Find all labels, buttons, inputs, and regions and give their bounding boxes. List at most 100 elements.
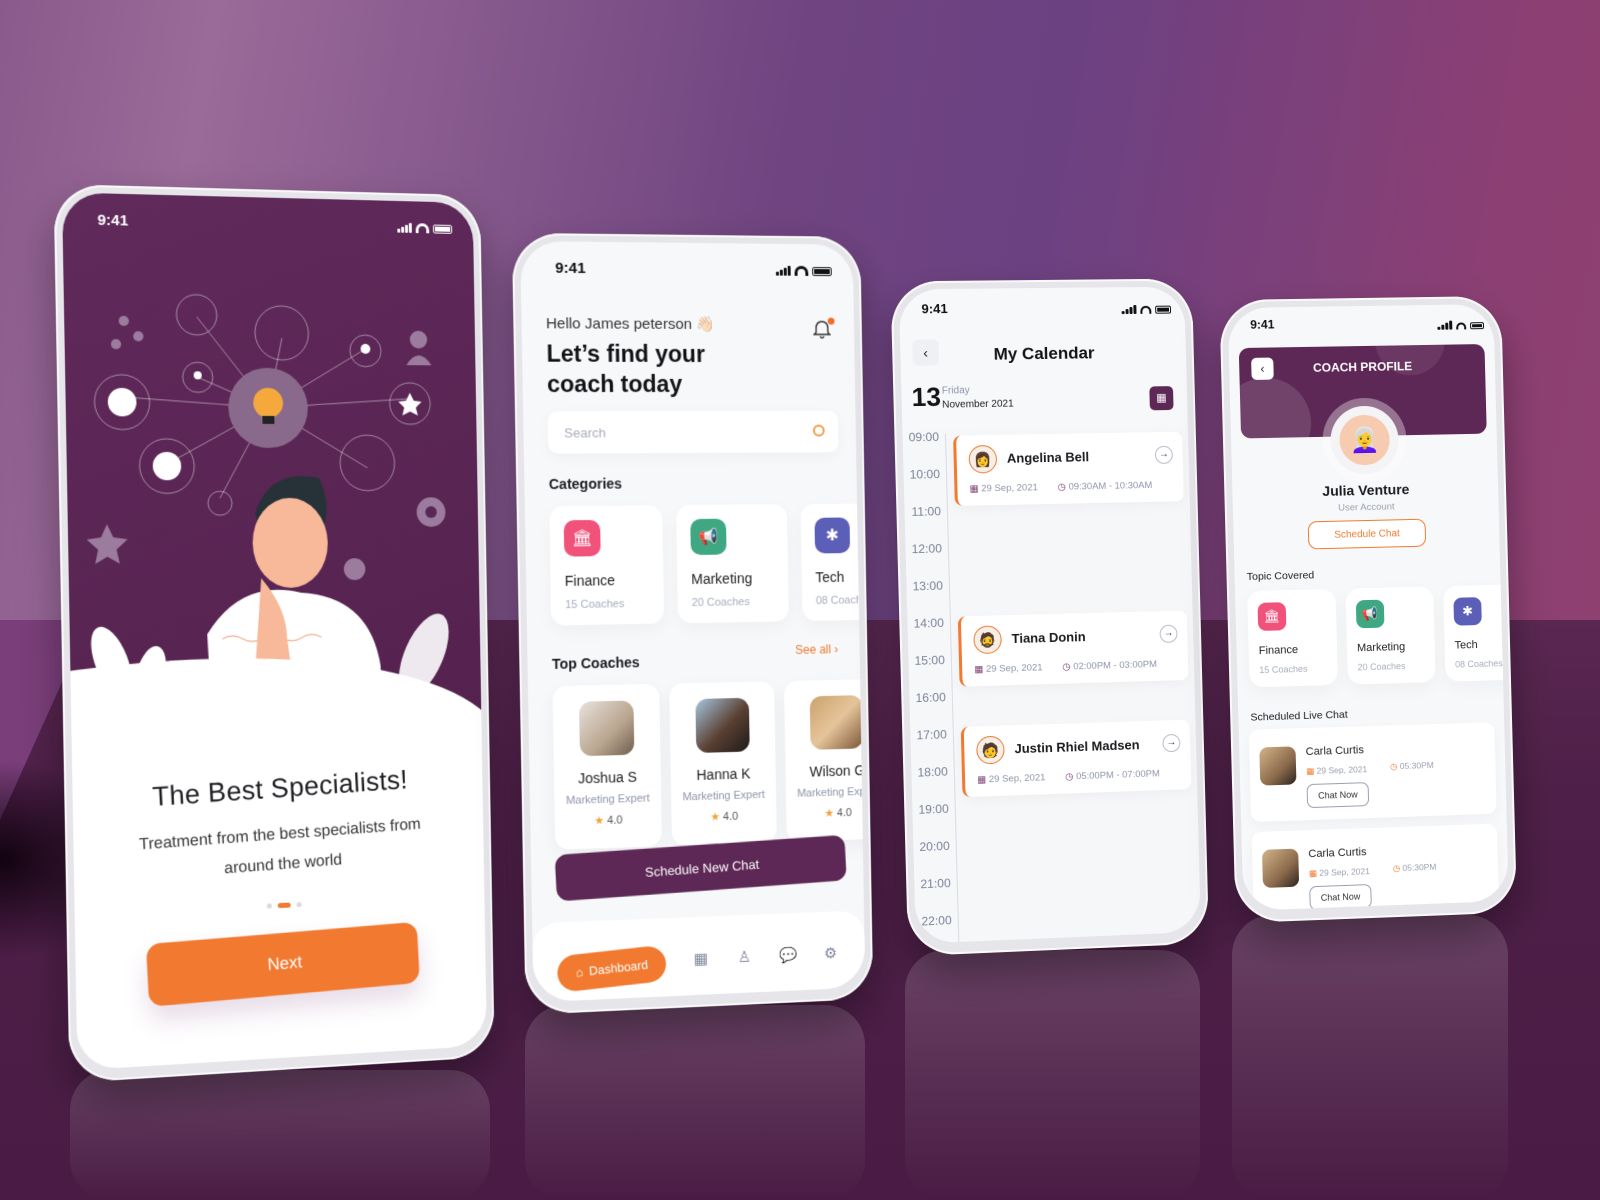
schedule-chat-button[interactable]: Schedule Chat [1307, 518, 1427, 550]
category-name: Tech [815, 568, 845, 586]
category-card-tech[interactable]: ✱ Tech 08 Coaches [800, 503, 866, 622]
live-chat-name: Carla Curtis [1305, 744, 1364, 759]
calendar-screen: 9:41 ‹ My Calendar 13 Friday November 20… [898, 286, 1201, 944]
event-card[interactable]: 👩 Angelina Bell → ▦ 29 Sep, 2021 ◷ 09:30… [953, 431, 1184, 506]
hour-label: 19:00 [918, 801, 949, 817]
coach-rating: ★ 4.0 [555, 812, 662, 829]
greeting-text: Hello James peterson 👋🏻 [545, 315, 715, 334]
live-chat-avatar [1259, 746, 1297, 786]
live-chat-card: Carla Curtis ▦ 29 Sep, 2021 ◷ 05:30PM Ch… [1248, 722, 1497, 823]
category-card-finance[interactable]: 🏛 Finance 15 Coaches [549, 505, 665, 626]
battery-icon [1155, 305, 1172, 314]
user-icon[interactable]: ♙ [735, 949, 753, 968]
tab-dashboard[interactable]: ⌂ Dashboard [555, 944, 668, 993]
hour-labels: 09:00 10:00 11:00 12:00 13:00 14:00 15:00 16:00… [902, 430, 956, 944]
topic-card-marketing[interactable]: 📢 Marketing 20 Coaches [1345, 586, 1436, 685]
megaphone-icon: 📢 [690, 518, 727, 556]
category-name: Marketing [691, 570, 753, 588]
coach-role: Marketing Expert [682, 788, 765, 804]
search-input[interactable] [547, 410, 782, 454]
event-card[interactable]: 🧑 Justin Rhiel Madsen → ▦ 29 Sep, 2021 ◷… [960, 719, 1192, 798]
coach-rating: ★ 4.0 [786, 805, 865, 821]
topic-card-tech[interactable]: ✱ Tech 08 Coaches [1443, 583, 1509, 682]
megaphone-icon: 📢 [1355, 599, 1385, 629]
status-bar: 9:41 [520, 241, 853, 288]
star-icon: ★ [824, 807, 835, 820]
topic-card-finance[interactable]: 🏛 Finance 15 Coaches [1247, 588, 1339, 688]
clock-icon [152, 451, 182, 481]
network-icon: ✱ [814, 517, 851, 554]
event-time-text: 05:00PM - 07:00PM [1075, 768, 1160, 783]
hour-label: 12:00 [911, 541, 943, 557]
calendar-phone: 9:41 ‹ My Calendar 13 Friday November 20… [890, 278, 1210, 957]
hour-label: 11:00 [911, 504, 942, 519]
chat-now-button[interactable]: Chat Now [1306, 782, 1370, 809]
coach-name: Wilson G [809, 762, 866, 780]
topic-name: Marketing [1356, 641, 1406, 655]
coach-name: Hanna K [696, 765, 751, 783]
notification-badge [827, 317, 835, 325]
page-dot[interactable] [296, 902, 302, 908]
arrow-right-icon[interactable]: → [1159, 624, 1178, 643]
tab-dashboard-label: Dashboard [588, 957, 649, 979]
topic-name: Finance [1258, 643, 1299, 658]
event-date-text: 29 Sep, 2021 [988, 772, 1046, 786]
arrow-right-icon[interactable]: → [1154, 445, 1174, 464]
calendar-icon: ▦ [1308, 867, 1318, 879]
event-card[interactable]: 🧔 Tiana Donin → ▦ 29 Sep, 2021 ◷ 02:00PM… [957, 610, 1189, 687]
category-card-marketing[interactable]: 📢 Marketing 20 Coaches [676, 504, 789, 624]
coach-role: Marketing Expert [565, 792, 650, 808]
target-icon [107, 387, 137, 417]
hour-label: 22:00 [921, 913, 952, 929]
event-time: ◷ 05:00PM - 07:00PM [1065, 768, 1160, 782]
status-bar: 9:41 [899, 287, 1186, 334]
event-avatar: 🧑 [976, 735, 1005, 765]
search-icon[interactable] [812, 424, 825, 437]
calendar-icon: ▦ [1156, 392, 1167, 405]
rating-value: 4.0 [722, 810, 739, 824]
calendar-title: My Calendar [993, 343, 1095, 364]
next-button[interactable]: Next [145, 921, 420, 1007]
profile-avatar: 👩‍🦳 [1338, 414, 1391, 466]
live-chat-avatar [1261, 848, 1300, 888]
calendar-picker-button[interactable]: ▦ [1149, 386, 1174, 411]
arrow-right-icon[interactable]: → [1162, 733, 1181, 753]
page-indicator [75, 894, 485, 918]
top-coaches-title: Top Coaches [551, 654, 640, 673]
share-icon [110, 315, 144, 350]
star-icon: ★ [594, 814, 605, 828]
coach-rating: ★ 4.0 [671, 808, 776, 824]
grid-icon[interactable]: ▦ [692, 950, 710, 969]
signal-icon [1121, 304, 1137, 315]
coach-card[interactable]: Joshua S Marketing Expert ★ 4.0 [552, 683, 663, 850]
rating-value: 4.0 [836, 807, 852, 820]
chat-icon[interactable]: 💬 [779, 947, 798, 966]
phone-reflection [70, 1070, 490, 1200]
see-all-link[interactable]: See all › [795, 642, 838, 657]
star-icon [398, 392, 422, 416]
star-decor-icon [86, 524, 129, 565]
chat-now-button[interactable]: Chat Now [1309, 884, 1372, 911]
day-number: 13 [911, 381, 942, 413]
coach-card[interactable]: Hanna K Marketing Expert ★ 4.0 [669, 681, 777, 846]
phone-reflection [905, 950, 1200, 1200]
settings-icon[interactable]: ⚙ [822, 945, 840, 964]
coach-name: Joshua S [577, 768, 638, 787]
user-icon [193, 371, 202, 380]
clock-icon: ◷ [1389, 761, 1398, 772]
page-dot-active[interactable] [277, 902, 291, 909]
day-name: Friday [941, 385, 970, 397]
page-dot[interactable] [266, 903, 272, 909]
coach-card[interactable]: Wilson G Marketing Expert ★ 4.0 [783, 678, 866, 842]
categories-list: 🏛 Finance 15 Coaches 📢 Marketing 20 Coac… [549, 503, 866, 626]
profile-screen: 9:41 ‹ COACH PROFILE 👩‍🦳 Julia Venture U… [1227, 304, 1509, 911]
live-chat-time: ◷ 05:30PM [1393, 862, 1437, 875]
star-icon: ★ [710, 811, 721, 824]
event-date: ▦ 29 Sep, 2021 [977, 772, 1046, 785]
wifi-icon [1456, 322, 1467, 330]
calendar-icon: ▦ [977, 774, 987, 786]
topic-count: 08 Coaches [1454, 658, 1503, 670]
home-icon: ⌂ [575, 964, 584, 980]
category-count: 15 Coaches [565, 598, 625, 612]
coaches-list: Joshua S Marketing Expert ★ 4.0 Hanna K … [552, 678, 866, 850]
